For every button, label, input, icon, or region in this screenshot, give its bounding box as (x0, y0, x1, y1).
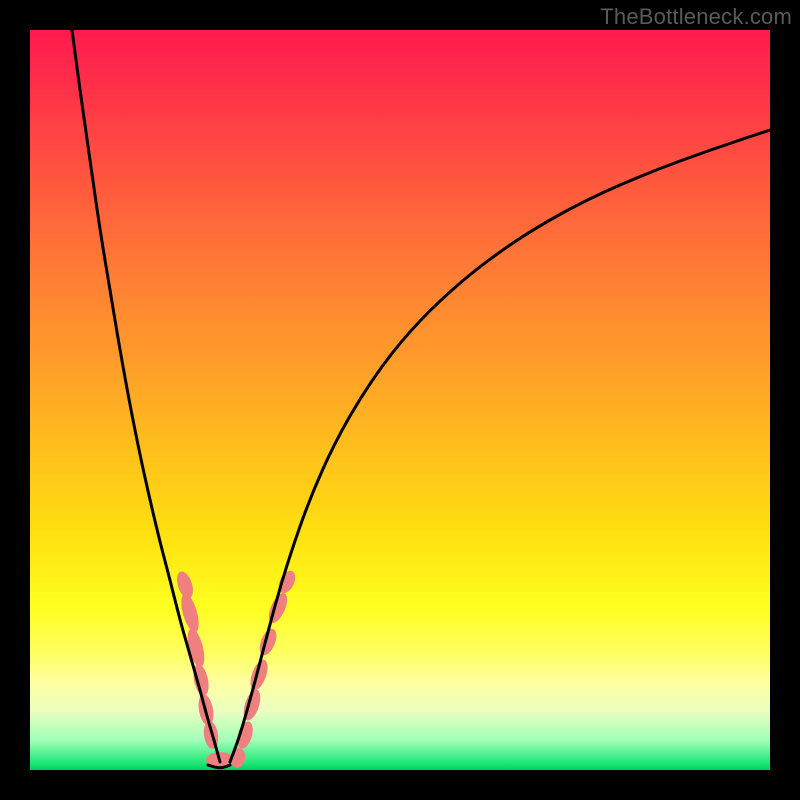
plot-area (30, 30, 770, 770)
watermark-text: TheBottleneck.com (600, 4, 792, 30)
right-curve (230, 130, 770, 762)
curve-layer (30, 30, 770, 770)
chart-frame: TheBottleneck.com (0, 0, 800, 800)
